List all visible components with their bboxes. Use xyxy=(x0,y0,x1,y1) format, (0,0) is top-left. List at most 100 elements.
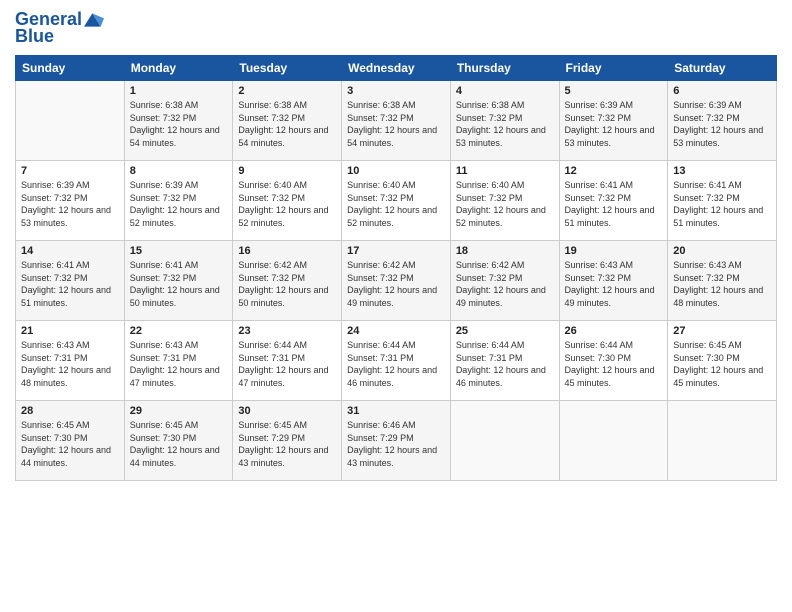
calendar-cell: 26 Sunrise: 6:44 AM Sunset: 7:30 PM Dayl… xyxy=(559,321,668,401)
day-number: 7 xyxy=(21,165,119,177)
day-number: 29 xyxy=(130,405,228,417)
calendar-cell: 30 Sunrise: 6:45 AM Sunset: 7:29 PM Dayl… xyxy=(233,401,342,481)
calendar-cell: 21 Sunrise: 6:43 AM Sunset: 7:31 PM Dayl… xyxy=(16,321,125,401)
day-info: Sunrise: 6:44 AM Sunset: 7:30 PM Dayligh… xyxy=(565,339,663,389)
day-number: 25 xyxy=(456,325,554,337)
calendar-cell: 15 Sunrise: 6:41 AM Sunset: 7:32 PM Dayl… xyxy=(124,241,233,321)
calendar-table: SundayMondayTuesdayWednesdayThursdayFrid… xyxy=(15,55,777,481)
weekday-header-tuesday: Tuesday xyxy=(233,56,342,81)
calendar-cell: 10 Sunrise: 6:40 AM Sunset: 7:32 PM Dayl… xyxy=(342,161,451,241)
day-info: Sunrise: 6:40 AM Sunset: 7:32 PM Dayligh… xyxy=(238,179,336,229)
day-info: Sunrise: 6:41 AM Sunset: 7:32 PM Dayligh… xyxy=(21,259,119,309)
day-info: Sunrise: 6:45 AM Sunset: 7:29 PM Dayligh… xyxy=(238,419,336,469)
day-number: 26 xyxy=(565,325,663,337)
calendar-cell: 28 Sunrise: 6:45 AM Sunset: 7:30 PM Dayl… xyxy=(16,401,125,481)
calendar-week-0: 1 Sunrise: 6:38 AM Sunset: 7:32 PM Dayli… xyxy=(16,81,777,161)
day-info: Sunrise: 6:40 AM Sunset: 7:32 PM Dayligh… xyxy=(347,179,445,229)
calendar-cell xyxy=(16,81,125,161)
calendar-cell: 25 Sunrise: 6:44 AM Sunset: 7:31 PM Dayl… xyxy=(450,321,559,401)
day-number: 31 xyxy=(347,405,445,417)
calendar-cell: 13 Sunrise: 6:41 AM Sunset: 7:32 PM Dayl… xyxy=(668,161,777,241)
day-info: Sunrise: 6:43 AM Sunset: 7:32 PM Dayligh… xyxy=(565,259,663,309)
calendar-cell: 6 Sunrise: 6:39 AM Sunset: 7:32 PM Dayli… xyxy=(668,81,777,161)
calendar-week-3: 21 Sunrise: 6:43 AM Sunset: 7:31 PM Dayl… xyxy=(16,321,777,401)
day-info: Sunrise: 6:44 AM Sunset: 7:31 PM Dayligh… xyxy=(238,339,336,389)
calendar-cell: 5 Sunrise: 6:39 AM Sunset: 7:32 PM Dayli… xyxy=(559,81,668,161)
day-number: 20 xyxy=(673,245,771,257)
day-info: Sunrise: 6:45 AM Sunset: 7:30 PM Dayligh… xyxy=(130,419,228,469)
day-info: Sunrise: 6:38 AM Sunset: 7:32 PM Dayligh… xyxy=(130,99,228,149)
day-number: 24 xyxy=(347,325,445,337)
calendar-cell: 31 Sunrise: 6:46 AM Sunset: 7:29 PM Dayl… xyxy=(342,401,451,481)
weekday-header-sunday: Sunday xyxy=(16,56,125,81)
day-number: 1 xyxy=(130,85,228,97)
calendar-cell: 18 Sunrise: 6:42 AM Sunset: 7:32 PM Dayl… xyxy=(450,241,559,321)
day-number: 12 xyxy=(565,165,663,177)
day-number: 11 xyxy=(456,165,554,177)
day-number: 6 xyxy=(673,85,771,97)
weekday-header-saturday: Saturday xyxy=(668,56,777,81)
calendar-cell: 3 Sunrise: 6:38 AM Sunset: 7:32 PM Dayli… xyxy=(342,81,451,161)
calendar-cell xyxy=(668,401,777,481)
calendar-cell: 2 Sunrise: 6:38 AM Sunset: 7:32 PM Dayli… xyxy=(233,81,342,161)
day-info: Sunrise: 6:42 AM Sunset: 7:32 PM Dayligh… xyxy=(456,259,554,309)
day-info: Sunrise: 6:41 AM Sunset: 7:32 PM Dayligh… xyxy=(673,179,771,229)
day-number: 4 xyxy=(456,85,554,97)
calendar-cell: 4 Sunrise: 6:38 AM Sunset: 7:32 PM Dayli… xyxy=(450,81,559,161)
calendar-cell: 1 Sunrise: 6:38 AM Sunset: 7:32 PM Dayli… xyxy=(124,81,233,161)
day-info: Sunrise: 6:44 AM Sunset: 7:31 PM Dayligh… xyxy=(456,339,554,389)
calendar-header-row: SundayMondayTuesdayWednesdayThursdayFrid… xyxy=(16,56,777,81)
day-number: 28 xyxy=(21,405,119,417)
day-info: Sunrise: 6:38 AM Sunset: 7:32 PM Dayligh… xyxy=(347,99,445,149)
day-info: Sunrise: 6:38 AM Sunset: 7:32 PM Dayligh… xyxy=(456,99,554,149)
logo-icon xyxy=(84,10,104,30)
day-info: Sunrise: 6:45 AM Sunset: 7:30 PM Dayligh… xyxy=(21,419,119,469)
day-number: 23 xyxy=(238,325,336,337)
day-info: Sunrise: 6:38 AM Sunset: 7:32 PM Dayligh… xyxy=(238,99,336,149)
calendar-cell: 22 Sunrise: 6:43 AM Sunset: 7:31 PM Dayl… xyxy=(124,321,233,401)
day-number: 2 xyxy=(238,85,336,97)
day-info: Sunrise: 6:39 AM Sunset: 7:32 PM Dayligh… xyxy=(565,99,663,149)
calendar-cell: 29 Sunrise: 6:45 AM Sunset: 7:30 PM Dayl… xyxy=(124,401,233,481)
calendar-week-2: 14 Sunrise: 6:41 AM Sunset: 7:32 PM Dayl… xyxy=(16,241,777,321)
calendar-cell: 11 Sunrise: 6:40 AM Sunset: 7:32 PM Dayl… xyxy=(450,161,559,241)
calendar-cell: 12 Sunrise: 6:41 AM Sunset: 7:32 PM Dayl… xyxy=(559,161,668,241)
day-number: 17 xyxy=(347,245,445,257)
day-info: Sunrise: 6:46 AM Sunset: 7:29 PM Dayligh… xyxy=(347,419,445,469)
day-number: 3 xyxy=(347,85,445,97)
day-number: 8 xyxy=(130,165,228,177)
calendar-cell: 20 Sunrise: 6:43 AM Sunset: 7:32 PM Dayl… xyxy=(668,241,777,321)
calendar-cell: 9 Sunrise: 6:40 AM Sunset: 7:32 PM Dayli… xyxy=(233,161,342,241)
day-info: Sunrise: 6:40 AM Sunset: 7:32 PM Dayligh… xyxy=(456,179,554,229)
day-info: Sunrise: 6:43 AM Sunset: 7:31 PM Dayligh… xyxy=(130,339,228,389)
weekday-header-friday: Friday xyxy=(559,56,668,81)
day-info: Sunrise: 6:43 AM Sunset: 7:31 PM Dayligh… xyxy=(21,339,119,389)
calendar-cell: 17 Sunrise: 6:42 AM Sunset: 7:32 PM Dayl… xyxy=(342,241,451,321)
day-number: 22 xyxy=(130,325,228,337)
day-info: Sunrise: 6:41 AM Sunset: 7:32 PM Dayligh… xyxy=(565,179,663,229)
day-number: 14 xyxy=(21,245,119,257)
day-number: 19 xyxy=(565,245,663,257)
calendar-cell: 27 Sunrise: 6:45 AM Sunset: 7:30 PM Dayl… xyxy=(668,321,777,401)
calendar-cell xyxy=(559,401,668,481)
day-info: Sunrise: 6:42 AM Sunset: 7:32 PM Dayligh… xyxy=(238,259,336,309)
logo: General Blue xyxy=(15,10,104,47)
day-info: Sunrise: 6:39 AM Sunset: 7:32 PM Dayligh… xyxy=(21,179,119,229)
header: General Blue xyxy=(15,10,777,47)
day-number: 21 xyxy=(21,325,119,337)
day-info: Sunrise: 6:42 AM Sunset: 7:32 PM Dayligh… xyxy=(347,259,445,309)
day-number: 16 xyxy=(238,245,336,257)
calendar-cell: 16 Sunrise: 6:42 AM Sunset: 7:32 PM Dayl… xyxy=(233,241,342,321)
calendar-week-4: 28 Sunrise: 6:45 AM Sunset: 7:30 PM Dayl… xyxy=(16,401,777,481)
calendar-cell: 24 Sunrise: 6:44 AM Sunset: 7:31 PM Dayl… xyxy=(342,321,451,401)
day-number: 9 xyxy=(238,165,336,177)
weekday-header-monday: Monday xyxy=(124,56,233,81)
day-info: Sunrise: 6:39 AM Sunset: 7:32 PM Dayligh… xyxy=(673,99,771,149)
day-info: Sunrise: 6:39 AM Sunset: 7:32 PM Dayligh… xyxy=(130,179,228,229)
weekday-header-wednesday: Wednesday xyxy=(342,56,451,81)
day-info: Sunrise: 6:41 AM Sunset: 7:32 PM Dayligh… xyxy=(130,259,228,309)
calendar-cell: 19 Sunrise: 6:43 AM Sunset: 7:32 PM Dayl… xyxy=(559,241,668,321)
calendar-cell xyxy=(450,401,559,481)
day-number: 15 xyxy=(130,245,228,257)
calendar-week-1: 7 Sunrise: 6:39 AM Sunset: 7:32 PM Dayli… xyxy=(16,161,777,241)
